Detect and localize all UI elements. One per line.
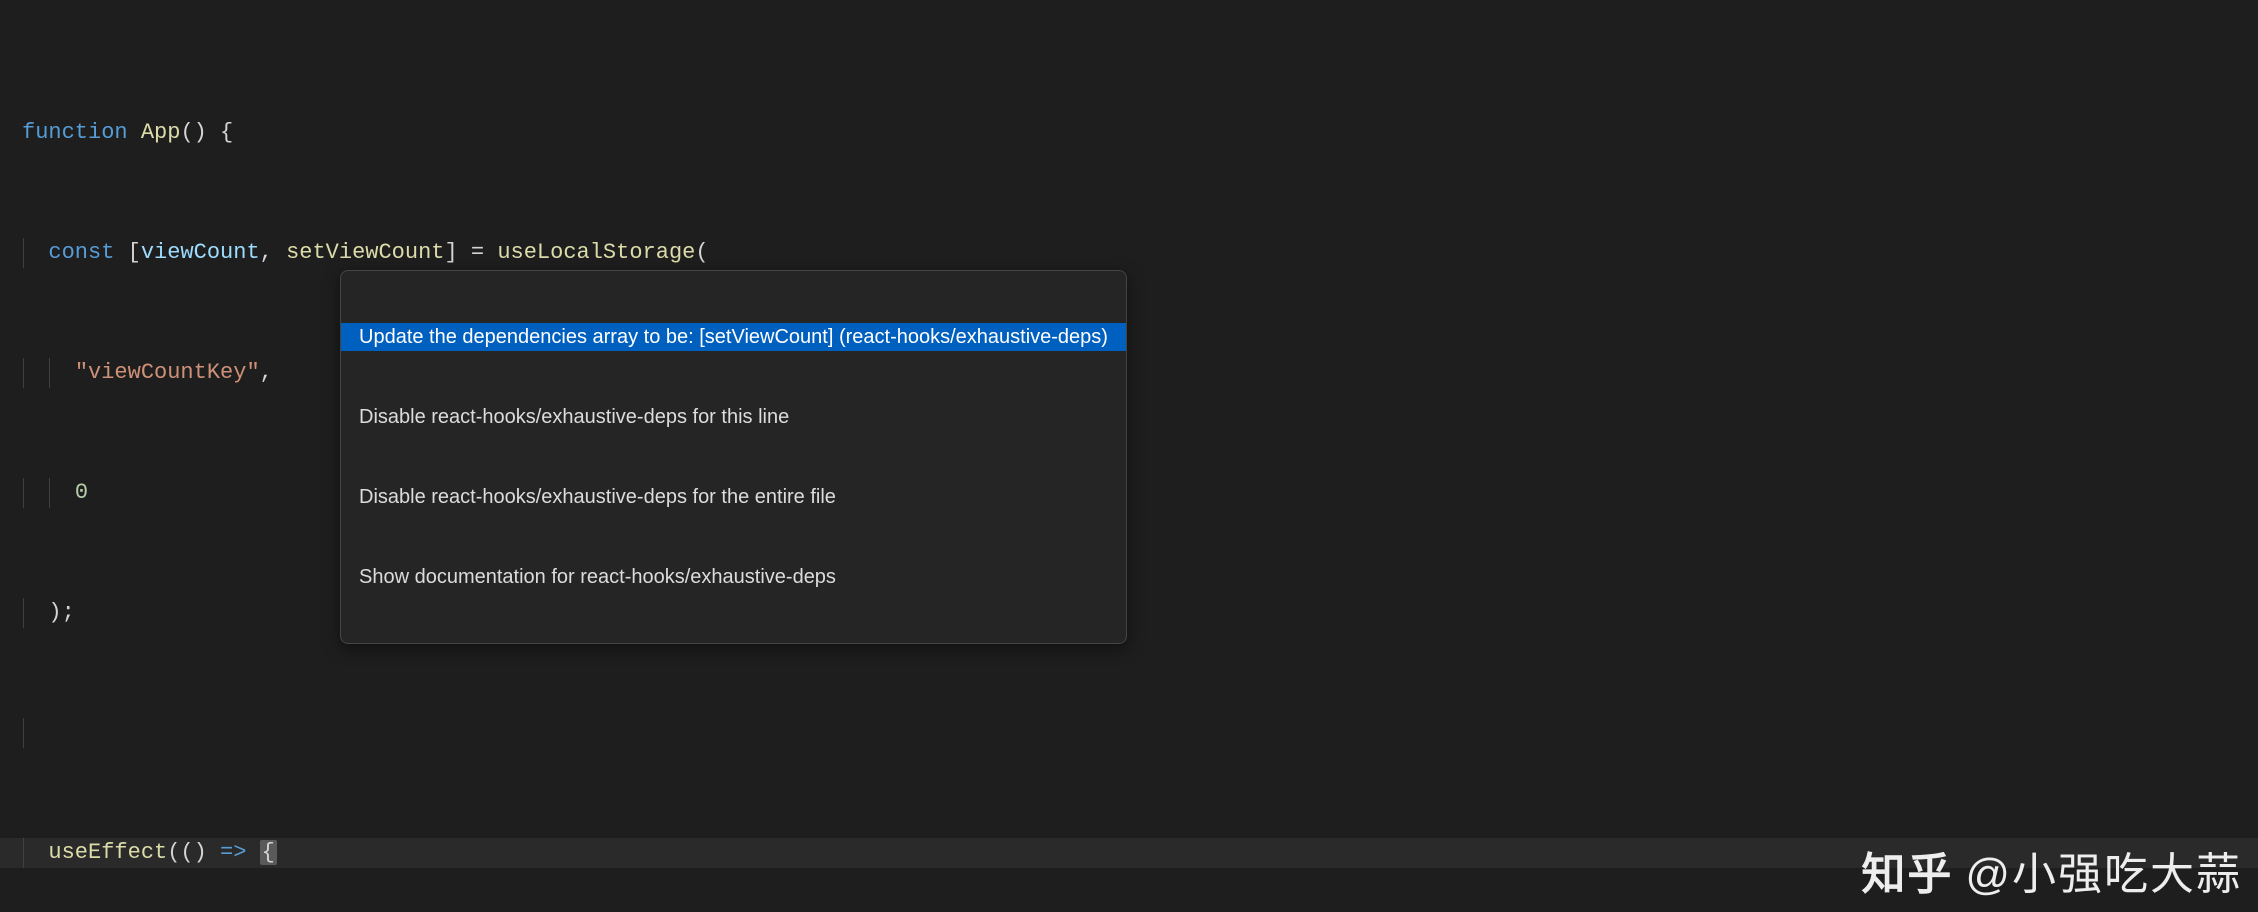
identifier: viewCount (141, 240, 260, 265)
quickfix-item-disable-file[interactable]: Disable react-hooks/exhaustive-deps for … (341, 483, 1126, 511)
quickfix-item-disable-line[interactable]: Disable react-hooks/exhaustive-deps for … (341, 403, 1126, 431)
identifier: setViewCount (286, 240, 444, 265)
watermark-text: @小强吃大蒜 (1965, 838, 2242, 902)
cursor-brace: { (260, 840, 277, 865)
string-literal: "viewCountKey" (75, 360, 260, 385)
keyword-function: function (22, 120, 128, 145)
number-literal: 0 (75, 480, 88, 505)
code-line: const [viewCount, setViewCount] = useLoc… (22, 238, 2258, 268)
zhihu-logo: 知乎 (1861, 838, 1953, 902)
function-call: useLocalStorage (497, 240, 695, 265)
keyword-const: const (48, 240, 114, 265)
quickfix-item-show-docs[interactable]: Show documentation for react-hooks/exhau… (341, 563, 1126, 591)
quickfix-menu[interactable]: Update the dependencies array to be: [se… (340, 270, 1127, 644)
punct: ); (48, 600, 74, 625)
punct: () { (180, 120, 233, 145)
function-call: useEffect (48, 840, 167, 865)
watermark: 知乎 @小强吃大蒜 (1861, 838, 2242, 902)
quickfix-item-update-deps[interactable]: Update the dependencies array to be: [se… (341, 323, 1126, 351)
function-name: App (141, 120, 181, 145)
arrow: => (220, 840, 246, 865)
code-line: function App() { (22, 118, 2258, 148)
code-editor[interactable]: function App() { const [viewCount, setVi… (0, 0, 2258, 912)
code-line (22, 718, 2258, 748)
